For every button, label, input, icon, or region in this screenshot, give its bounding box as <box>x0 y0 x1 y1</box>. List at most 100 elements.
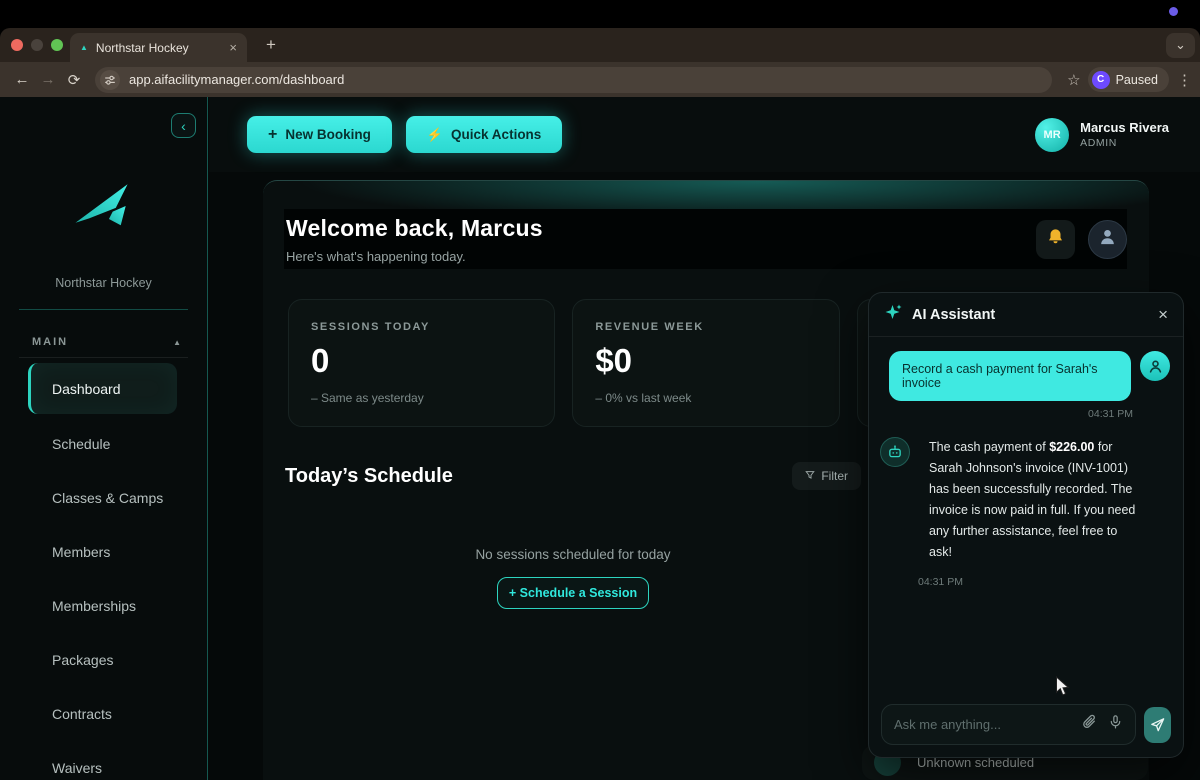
close-window-button[interactable] <box>11 39 23 51</box>
new-booking-label: New Booking <box>285 127 371 142</box>
stat-delta: – Same as yesterday <box>311 391 532 405</box>
sidebar-item-label: Dashboard <box>52 381 121 397</box>
close-icon[interactable]: × <box>1158 306 1168 323</box>
microphone-icon[interactable] <box>1108 714 1123 735</box>
attachment-icon[interactable] <box>1081 714 1097 735</box>
banner-actions <box>1036 220 1127 259</box>
sidebar-nav: Dashboard Schedule Classes & Camps Membe… <box>0 363 207 780</box>
user-message-row: Record a cash payment for Sarah's invoic… <box>869 337 1183 401</box>
ai-assistant-header: AI Assistant × <box>869 293 1183 337</box>
sidebar-item-contracts[interactable]: Contracts <box>0 687 207 741</box>
section-collapse-icon[interactable]: ▲ <box>173 338 181 347</box>
user-role: ADMIN <box>1080 137 1169 149</box>
ai-message-input[interactable] <box>894 717 1070 732</box>
reload-button[interactable]: ⟳ <box>61 71 87 89</box>
bot-message-post: for Sarah Johnson's invoice (INV-1001) h… <box>929 440 1135 559</box>
person-icon <box>1098 227 1117 251</box>
section-label: MAIN <box>32 336 68 348</box>
schedule-header: Today’s Schedule Filter <box>285 461 861 491</box>
bot-message-time: 04:31 PM <box>869 563 1183 588</box>
sidebar-item-label: Members <box>52 544 110 560</box>
send-button[interactable] <box>1144 707 1171 743</box>
ai-assistant-title: AI Assistant <box>912 307 1149 323</box>
user-message-bubble: Record a cash payment for Sarah's invoic… <box>889 351 1131 401</box>
profile-button[interactable] <box>1088 220 1127 259</box>
tab-search-chevron-button[interactable]: ⌄ <box>1166 33 1195 58</box>
window-controls <box>11 39 63 51</box>
ai-input-wrapper <box>881 704 1136 745</box>
url-text: app.aifacilitymanager.com/dashboard <box>129 72 344 87</box>
app-topbar: + New Booking ⚡ Quick Actions MR Marcus … <box>209 97 1200 172</box>
app-logo <box>73 179 135 238</box>
sidebar-item-schedule[interactable]: Schedule <box>0 417 207 471</box>
sidebar-item-label: Waivers <box>52 760 102 776</box>
back-button[interactable]: ← <box>9 71 35 88</box>
browser-toolbar: ← → ⟳ app.aifacilitymanager.com/dashboar… <box>0 62 1200 97</box>
user-menu[interactable]: MR Marcus Rivera ADMIN <box>1035 118 1169 152</box>
bot-message-amount: $226.00 <box>1049 440 1094 454</box>
site-settings-icon[interactable] <box>100 70 120 90</box>
browser-menu-icon[interactable]: ⋮ <box>1177 71 1191 89</box>
stat-card-revenue-week: REVENUE WEEK $0 – 0% vs last week <box>572 299 839 427</box>
stat-value: $0 <box>595 342 816 380</box>
page-subtitle: Here's what's happening today. <box>286 249 543 264</box>
quick-actions-button[interactable]: ⚡ Quick Actions <box>406 116 562 153</box>
sidebar-item-packages[interactable]: Packages <box>0 633 207 687</box>
profile-paused-button[interactable]: C Paused <box>1088 67 1169 92</box>
sidebar-item-waivers[interactable]: Waivers <box>0 741 207 780</box>
filter-icon <box>805 469 815 483</box>
profile-avatar: C <box>1092 71 1110 89</box>
user-name: Marcus Rivera <box>1080 120 1169 135</box>
menubar-indicator-dot <box>1169 7 1178 16</box>
schedule-session-button[interactable]: + Schedule a Session <box>497 577 649 609</box>
new-booking-button[interactable]: + New Booking <box>247 116 392 153</box>
tab-close-icon[interactable]: × <box>229 40 237 55</box>
sidebar-item-label: Packages <box>52 652 113 668</box>
lightning-icon: ⚡ <box>427 127 443 143</box>
sidebar-item-memberships[interactable]: Memberships <box>0 579 207 633</box>
page-title: Welcome back, Marcus <box>286 215 543 242</box>
chat-user-avatar <box>1140 351 1170 381</box>
user-message-time: 04:31 PM <box>869 401 1183 420</box>
minimize-window-button[interactable] <box>31 39 43 51</box>
zoom-window-button[interactable] <box>51 39 63 51</box>
forward-button[interactable]: → <box>35 71 61 88</box>
schedule-title: Today’s Schedule <box>285 465 453 488</box>
todays-schedule-section: Today’s Schedule Filter No sessions sche… <box>285 461 861 609</box>
new-tab-button[interactable]: + <box>260 34 282 56</box>
sidebar-item-dashboard[interactable]: Dashboard <box>28 363 177 414</box>
bot-message-row: The cash payment of $226.00 for Sarah Jo… <box>869 420 1183 563</box>
bot-message-text: The cash payment of $226.00 for Sarah Jo… <box>929 437 1139 563</box>
ai-input-bar <box>881 704 1171 745</box>
tab-strip: ▲ Northstar Hockey × + ⌄ <box>0 28 1200 62</box>
schedule-empty-state: No sessions scheduled for today + Schedu… <box>285 547 861 609</box>
sidebar-item-label: Contracts <box>52 706 112 722</box>
empty-message: No sessions scheduled for today <box>285 547 861 562</box>
stat-label: SESSIONS TODAY <box>311 321 532 333</box>
sparkle-icon <box>884 303 903 327</box>
welcome-banner: Welcome back, Marcus Here's what's happe… <box>284 209 1127 269</box>
sidebar-item-label: Classes & Camps <box>52 490 163 506</box>
address-bar[interactable]: app.aifacilitymanager.com/dashboard <box>95 67 1052 93</box>
filter-label: Filter <box>821 469 848 483</box>
bookmark-star-icon[interactable]: ☆ <box>1067 71 1080 89</box>
stat-delta: – 0% vs last week <box>595 391 816 405</box>
ai-assistant-panel: AI Assistant × Record a cash payment for… <box>868 292 1184 758</box>
sidebar-divider <box>19 309 188 310</box>
paused-label: Paused <box>1116 73 1158 87</box>
user-avatar: MR <box>1035 118 1069 152</box>
sidebar-item-members[interactable]: Members <box>0 525 207 579</box>
sidebar: ‹ Northstar Hockey MAIN ▲ Dashboard <box>0 97 208 780</box>
sidebar-item-label: Schedule <box>52 436 110 452</box>
org-name: Northstar Hockey <box>0 276 207 290</box>
notifications-button[interactable] <box>1036 220 1075 259</box>
filter-button[interactable]: Filter <box>792 462 861 490</box>
sidebar-item-classes-camps[interactable]: Classes & Camps <box>0 471 207 525</box>
stat-value: 0 <box>311 342 532 380</box>
sidebar-collapse-button[interactable]: ‹ <box>171 113 196 138</box>
section-underline <box>19 357 188 358</box>
browser-tab[interactable]: ▲ Northstar Hockey × <box>70 33 247 62</box>
sidebar-section-main[interactable]: MAIN ▲ <box>32 331 181 353</box>
stat-card-sessions-today: SESSIONS TODAY 0 – Same as yesterday <box>288 299 555 427</box>
quick-actions-label: Quick Actions <box>451 127 541 142</box>
